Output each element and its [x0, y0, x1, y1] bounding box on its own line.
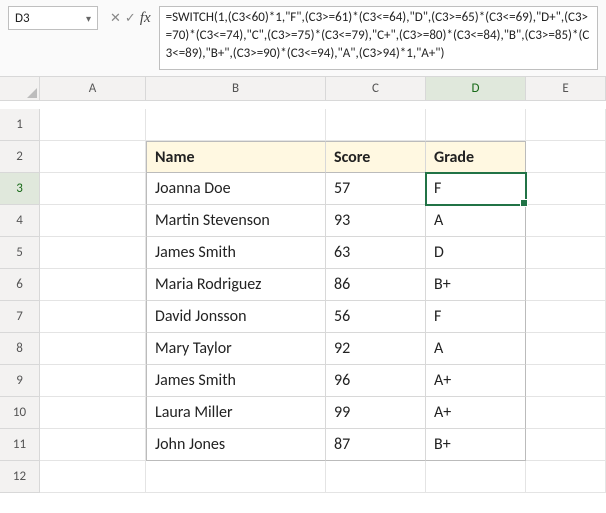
cell-A6[interactable] [40, 269, 146, 301]
cell-B5[interactable]: James Smith [146, 237, 326, 269]
cell-E1[interactable] [526, 109, 606, 141]
name-box-value: D3 [15, 11, 30, 26]
formula-buttons: ✕ ✓ fx [106, 6, 155, 30]
col-header-A[interactable]: A [40, 77, 146, 101]
cell-E8[interactable] [526, 333, 606, 365]
cell-A11[interactable] [40, 429, 146, 461]
cell-A8[interactable] [40, 333, 146, 365]
cell-C2[interactable]: Score [326, 141, 426, 173]
formula-input[interactable]: =SWITCH(1,(C3<60)*1,"F",(C3>=61)*(C3<=64… [159, 6, 598, 70]
cell-D11[interactable]: B+ [426, 429, 526, 461]
cell-C12[interactable] [326, 461, 426, 493]
cell-A7[interactable] [40, 301, 146, 333]
row-header-6[interactable]: 6 [0, 269, 40, 301]
cell-B6[interactable]: Maria Rodriguez [146, 269, 326, 301]
cell-A9[interactable] [40, 365, 146, 397]
cell-E10[interactable] [526, 397, 606, 429]
cell-A1[interactable] [40, 109, 146, 141]
cell-A4[interactable] [40, 205, 146, 237]
formula-bar-area: D3 ▾ ✕ ✓ fx =SWITCH(1,(C3<60)*1,"F",(C3>… [0, 0, 606, 77]
col-header-E[interactable]: E [526, 77, 606, 101]
cell-A2[interactable] [40, 141, 146, 173]
cell-C7[interactable]: 56 [326, 301, 426, 333]
cell-B1[interactable] [146, 109, 326, 141]
col-header-C[interactable]: C [326, 77, 426, 101]
cell-C11[interactable]: 87 [326, 429, 426, 461]
row-header-12[interactable]: 12 [0, 461, 40, 493]
cell-E9[interactable] [526, 365, 606, 397]
cell-D1[interactable] [426, 109, 526, 141]
cell-B9[interactable]: James Smith [146, 365, 326, 397]
cell-C9[interactable]: 96 [326, 365, 426, 397]
fx-icon[interactable]: fx [140, 10, 151, 27]
cell-A5[interactable] [40, 237, 146, 269]
cell-D12[interactable] [426, 461, 526, 493]
chevron-down-icon: ▾ [86, 12, 91, 25]
cell-D10[interactable]: A+ [426, 397, 526, 429]
cell-C10[interactable]: 99 [326, 397, 426, 429]
cell-C6[interactable]: 86 [326, 269, 426, 301]
cell-E12[interactable] [526, 461, 606, 493]
cell-B3[interactable]: Joanna Doe [146, 173, 326, 205]
formula-group: ✕ ✓ fx =SWITCH(1,(C3<60)*1,"F",(C3>=61)*… [106, 6, 598, 70]
cell-B12[interactable] [146, 461, 326, 493]
cell-B7[interactable]: David Jonsson [146, 301, 326, 333]
cell-A10[interactable] [40, 397, 146, 429]
cell-E6[interactable] [526, 269, 606, 301]
cell-D2[interactable]: Grade [426, 141, 526, 173]
cell-D3[interactable]: F [426, 173, 526, 205]
row-header-5[interactable]: 5 [0, 237, 40, 269]
cell-D9[interactable]: A+ [426, 365, 526, 397]
row-header-10[interactable]: 10 [0, 397, 40, 429]
cell-C5[interactable]: 63 [326, 237, 426, 269]
cell-D7[interactable]: F [426, 301, 526, 333]
select-all-corner[interactable] [0, 77, 40, 101]
cell-C3[interactable]: 57 [326, 173, 426, 205]
name-box[interactable]: D3 ▾ [8, 6, 98, 30]
row-header-11[interactable]: 11 [0, 429, 40, 461]
cell-C1[interactable] [326, 109, 426, 141]
cell-D4[interactable]: A [426, 205, 526, 237]
spreadsheet-grid[interactable]: A B C D E 1 2 Name Score Grade 3 Joanna … [0, 77, 606, 493]
cell-E2[interactable] [526, 141, 606, 173]
col-header-D[interactable]: D [426, 77, 526, 101]
cell-B4[interactable]: Martin Stevenson [146, 205, 326, 237]
row-header-9[interactable]: 9 [0, 365, 40, 397]
cell-B11[interactable]: John Jones [146, 429, 326, 461]
row-header-4[interactable]: 4 [0, 205, 40, 237]
row-header-8[interactable]: 8 [0, 333, 40, 365]
cell-A3[interactable] [40, 173, 146, 205]
cell-A12[interactable] [40, 461, 146, 493]
cell-E3[interactable] [526, 173, 606, 205]
cell-D6[interactable]: B+ [426, 269, 526, 301]
cell-C4[interactable]: 93 [326, 205, 426, 237]
row-header-2[interactable]: 2 [0, 141, 40, 173]
confirm-icon[interactable]: ✓ [125, 11, 136, 26]
cell-D5[interactable]: D [426, 237, 526, 269]
cancel-icon[interactable]: ✕ [110, 11, 121, 26]
row-header-3[interactable]: 3 [0, 173, 40, 205]
cell-E11[interactable] [526, 429, 606, 461]
cell-E7[interactable] [526, 301, 606, 333]
cell-B8[interactable]: Mary Taylor [146, 333, 326, 365]
cell-E4[interactable] [526, 205, 606, 237]
cell-E5[interactable] [526, 237, 606, 269]
cell-D8[interactable]: A [426, 333, 526, 365]
row-header-7[interactable]: 7 [0, 301, 40, 333]
cell-B10[interactable]: Laura Miller [146, 397, 326, 429]
row-header-1[interactable]: 1 [0, 109, 40, 141]
col-header-B[interactable]: B [146, 77, 326, 101]
cell-B2[interactable]: Name [146, 141, 326, 173]
cell-C8[interactable]: 92 [326, 333, 426, 365]
